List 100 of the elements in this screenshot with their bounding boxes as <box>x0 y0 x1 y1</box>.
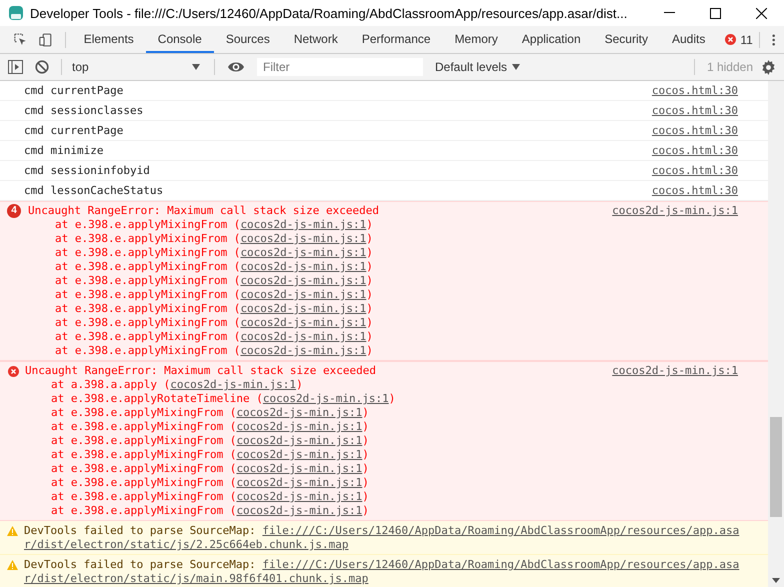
stack-location-link[interactable]: cocos2d-js-min.js:1 <box>236 406 362 419</box>
stack-location-link[interactable]: cocos2d-js-min.js:1 <box>236 448 362 461</box>
repeat-count-badge: 4 <box>7 204 21 218</box>
stack-location-link[interactable]: cocos2d-js-min.js:1 <box>240 330 366 343</box>
stack-location-link[interactable]: cocos2d-js-min.js:1 <box>236 434 362 447</box>
stack-location-link[interactable]: cocos2d-js-min.js:1 <box>262 392 389 405</box>
panel-tab[interactable]: Application <box>510 26 593 53</box>
error-icon <box>8 366 19 376</box>
stack-call: at e.398.e.applyMixingFrom ( <box>51 504 236 517</box>
warning-text: DevTools failed to parse SourceMap: file:///C:/Users/12460/AppData/Roaming/AbdClassroomApp/resources/app.asar/dist/electron/static/js/main.98f6f401.chunk.js.map <box>24 558 740 586</box>
stack-call: at e.398.e.applyMixingFrom ( <box>55 330 240 343</box>
stack-paren: ) <box>366 330 373 343</box>
maximize-icon[interactable] <box>710 8 721 18</box>
stack-paren: ) <box>362 476 369 489</box>
eye-icon[interactable] <box>227 61 245 73</box>
more-icon[interactable] <box>772 32 776 46</box>
panel-tab[interactable]: Security <box>592 26 660 53</box>
panel-tab[interactable]: Sources <box>214 26 282 53</box>
panel-tab[interactable]: Elements <box>72 26 146 53</box>
stack-paren: ) <box>366 288 373 301</box>
stack-call: at e.398.e.applyMixingFrom ( <box>51 476 236 489</box>
log-message: cmd minimize <box>24 144 104 158</box>
source-link[interactable]: cocos.html:30 <box>652 144 738 158</box>
stack-call: at e.398.e.applyMixingFrom ( <box>55 288 240 301</box>
stack-location-link[interactable]: cocos2d-js-min.js:1 <box>240 316 366 329</box>
stack-paren: ) <box>362 434 369 447</box>
levels-dropdown[interactable]: Default levels <box>429 56 526 78</box>
stack-location-link[interactable]: cocos2d-js-min.js:1 <box>240 246 366 259</box>
stack-location-link[interactable]: cocos2d-js-min.js:1 <box>170 378 296 391</box>
filter-field[interactable]: Filter <box>257 58 423 76</box>
log-message: cmd lessonCacheStatus <box>24 184 164 198</box>
stack-location-link[interactable]: cocos2d-js-min.js:1 <box>240 302 366 315</box>
source-link[interactable]: cocos.html:30 <box>652 164 738 178</box>
source-link[interactable]: cocos2d-js-min.js:1 <box>612 204 738 218</box>
source-link[interactable]: cocos.html:30 <box>652 124 738 138</box>
error-count[interactable]: 11 <box>740 32 753 46</box>
error-icon <box>725 34 736 45</box>
stack-call: at e.398.e.applyMixingFrom ( <box>55 302 240 315</box>
stack-location-link[interactable]: cocos2d-js-min.js:1 <box>236 420 362 433</box>
warning-text: DevTools failed to parse SourceMap: file:///C:/Users/12460/AppData/Roaming/AbdClassroomApp/resources/app.asar/dist/electron/static/js/2.25c664eb.chunk.js.map <box>24 524 740 552</box>
stack-paren: ) <box>366 302 373 315</box>
stack-paren: ) <box>366 218 373 231</box>
panel-tab[interactable]: Network <box>282 26 350 53</box>
stack-paren: ) <box>366 246 373 259</box>
stack-call: at e.398.e.applyMixingFrom ( <box>55 274 240 287</box>
close-icon[interactable] <box>756 8 767 18</box>
minimize-icon[interactable] <box>664 12 675 14</box>
device-icon[interactable] <box>39 32 53 48</box>
scrollbar-thumb[interactable] <box>770 417 782 517</box>
stack-call: at e.398.e.applyMixingFrom ( <box>55 344 240 357</box>
stack-location-link[interactable]: cocos2d-js-min.js:1 <box>240 218 366 231</box>
scroll-down-icon[interactable] <box>772 578 780 583</box>
stack-paren: ) <box>362 462 369 475</box>
stack-location-link[interactable]: cocos2d-js-min.js:1 <box>236 476 362 489</box>
stack-call: at e.398.e.applyMixingFrom ( <box>55 218 240 231</box>
stack-location-link[interactable]: cocos2d-js-min.js:1 <box>236 462 362 475</box>
stack-location-link[interactable]: cocos2d-js-min.js:1 <box>240 288 366 301</box>
stack-paren: ) <box>362 406 369 419</box>
stack-call: at e.398.e.applyMixingFrom ( <box>51 420 236 433</box>
stack-paren: ) <box>366 232 373 245</box>
window-title: Developer Tools - file:///C:/Users/12460/AppData/Roaming/AbdClassroomApp/resources/app.asar/dist... <box>30 6 628 20</box>
stack-paren: ) <box>362 490 369 503</box>
warning-icon <box>7 526 18 536</box>
caret-icon <box>512 64 520 70</box>
settings-icon[interactable] <box>761 60 776 74</box>
stack-paren: ) <box>366 274 373 287</box>
stack-call: at e.398.e.applyMixingFrom ( <box>51 448 236 461</box>
stack-call: at e.398.e.applyRotateTimeline ( <box>51 392 263 405</box>
app-icon <box>8 5 24 21</box>
caret-icon <box>192 64 200 70</box>
stack-call: at e.398.e.applyMixingFrom ( <box>51 490 236 503</box>
scrollbar[interactable] <box>768 81 784 587</box>
clear-icon[interactable] <box>35 60 49 74</box>
stack-call: at e.398.e.applyMixingFrom ( <box>55 260 240 273</box>
log-message: cmd currentPage <box>24 124 124 138</box>
stack-paren: ) <box>362 448 369 461</box>
stack-call: at e.398.e.applyMixingFrom ( <box>55 232 240 245</box>
source-link[interactable]: cocos.html:30 <box>652 184 738 198</box>
panel-tab[interactable]: Performance <box>350 26 443 53</box>
stack-location-link[interactable]: cocos2d-js-min.js:1 <box>240 260 366 273</box>
stack-location-link[interactable]: cocos2d-js-min.js:1 <box>236 490 362 503</box>
source-link[interactable]: cocos2d-js-min.js:1 <box>612 364 738 378</box>
source-link[interactable]: cocos.html:30 <box>652 84 738 98</box>
error-text: Uncaught RangeError: Maximum call stack size exceeded <box>25 364 377 378</box>
stack-location-link[interactable]: cocos2d-js-min.js:1 <box>240 344 366 357</box>
stack-paren: ) <box>362 420 369 433</box>
stack-call: at e.398.e.applyMixingFrom ( <box>51 406 236 419</box>
source-link[interactable]: cocos.html:30 <box>652 104 738 118</box>
stack-location-link[interactable]: cocos2d-js-min.js:1 <box>236 504 362 517</box>
panel-tab[interactable]: Memory <box>442 26 510 53</box>
panel-tab[interactable]: Audits <box>660 26 718 53</box>
stack-paren: ) <box>366 316 373 329</box>
sidebar-toggle-icon[interactable] <box>8 60 23 74</box>
inspect-icon[interactable] <box>14 32 28 48</box>
stack-location-link[interactable]: cocos2d-js-min.js:1 <box>240 274 366 287</box>
context-select[interactable]: top <box>68 56 208 78</box>
stack-call: at e.398.e.applyMixingFrom ( <box>55 246 240 259</box>
stack-location-link[interactable]: cocos2d-js-min.js:1 <box>240 232 366 245</box>
stack-paren: ) <box>366 344 373 357</box>
warning-icon <box>7 560 18 570</box>
